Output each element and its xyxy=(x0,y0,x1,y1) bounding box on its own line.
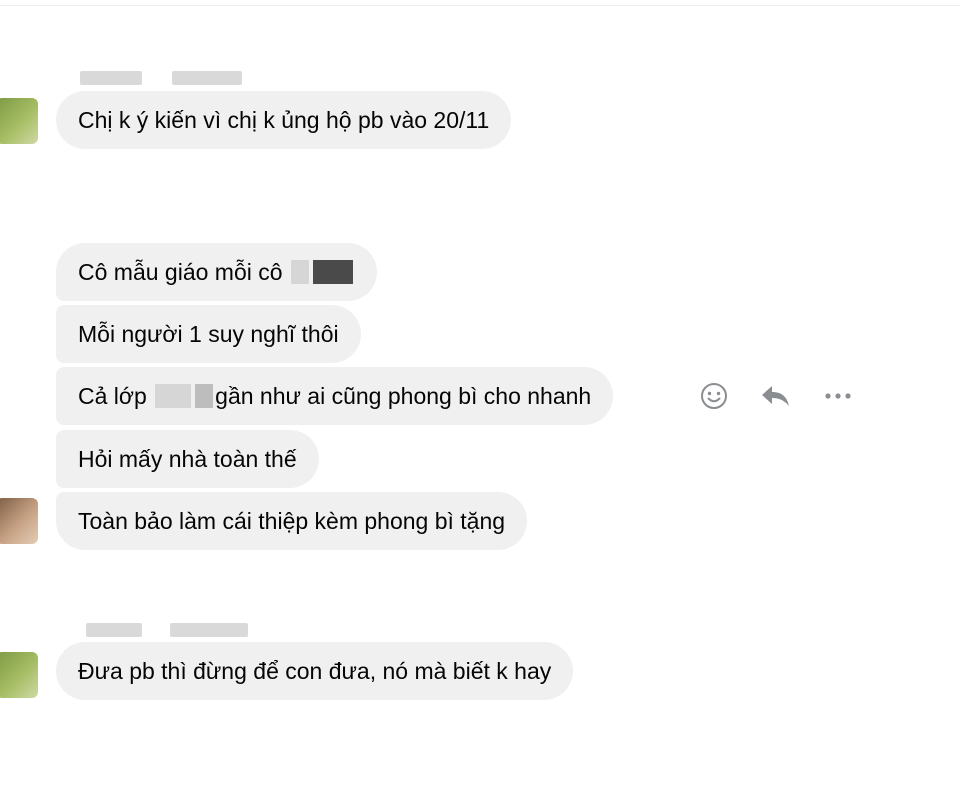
message-text: Toàn bảo làm cái thiệp kèm phong bì tặng xyxy=(78,508,506,534)
sender-name-blurred xyxy=(86,623,256,637)
message-text: Chị k ý kiến vì chị k ủng hộ pb vào 20/1… xyxy=(78,107,490,133)
message-bubble[interactable]: Hỏi mấy nhà toàn thế xyxy=(56,430,319,488)
sender-name-blurred xyxy=(80,71,250,85)
message-text: Đưa pb thì đừng để con đưa, nó mà biết k… xyxy=(78,658,552,684)
message-text: Cả lớp xyxy=(78,383,154,409)
message-bubble[interactable]: Đưa pb thì đừng để con đưa, nó mà biết k… xyxy=(56,642,574,700)
message-bubble[interactable]: Toàn bảo làm cái thiệp kèm phong bì tặng xyxy=(56,492,528,550)
redaction xyxy=(155,383,192,408)
avatar[interactable] xyxy=(0,498,38,544)
message-text: Hỏi mấy nhà toàn thế xyxy=(78,446,297,472)
avatar[interactable] xyxy=(0,98,38,144)
message-bubble[interactable]: Cả lớp gần như ai cũng phong bì cho nhan… xyxy=(56,367,614,425)
redaction xyxy=(290,259,309,284)
avatar[interactable] xyxy=(0,652,38,698)
divider xyxy=(0,5,960,6)
message-bubble[interactable]: Cô mẫu giáo mỗi cô xyxy=(56,243,377,301)
redaction xyxy=(195,383,214,408)
more-options-icon[interactable] xyxy=(820,378,856,414)
emoji-reaction-icon[interactable] xyxy=(696,378,732,414)
message-bubble[interactable]: Chị k ý kiến vì chị k ủng hộ pb vào 20/1… xyxy=(56,91,512,149)
redaction xyxy=(312,259,353,284)
chat-screen: Chị k ý kiến vì chị k ủng hộ pb vào 20/1… xyxy=(0,0,960,808)
message-bubble[interactable]: Mỗi người 1 suy nghĩ thôi xyxy=(56,305,361,363)
message-text: Mỗi người 1 suy nghĩ thôi xyxy=(78,321,339,347)
message-text: gần như ai cũng phong bì cho nhanh xyxy=(215,383,592,409)
message-actions xyxy=(696,376,882,416)
reply-icon[interactable] xyxy=(758,378,794,414)
message-text: Cô mẫu giáo mỗi cô xyxy=(78,259,289,285)
